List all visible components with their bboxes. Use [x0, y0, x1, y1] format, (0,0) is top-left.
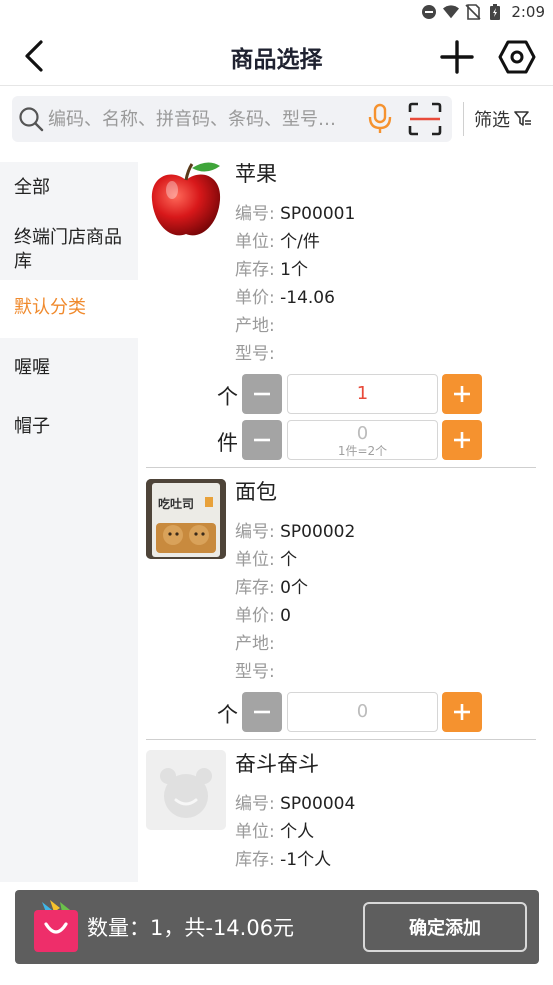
product-thumbnail [146, 160, 226, 240]
attr-origin: 产地: [235, 634, 275, 654]
status-icons: 2:09 [421, 3, 545, 21]
plus-icon [454, 704, 470, 720]
quantity-stepper: 件 0 1件=2个 [198, 420, 528, 460]
filter-label: 筛选 [474, 110, 510, 131]
search-box [12, 96, 452, 142]
quantity-input[interactable]: 0 [287, 692, 438, 732]
filter-icon [514, 111, 531, 126]
scan-icon [408, 102, 442, 136]
stepper-unit-label: 件 [217, 431, 238, 455]
attr-code: 编号: SP00002 [235, 522, 356, 542]
no-sim-icon [465, 4, 481, 20]
product-thumbnail: 吃吐司 [146, 479, 226, 559]
stepper-unit-label: 个 [217, 385, 238, 409]
decrement-button[interactable] [242, 692, 282, 732]
product-thumbnail [146, 750, 226, 830]
add-product-button[interactable] [436, 36, 478, 78]
attr-model: 型号: [235, 662, 275, 682]
quantity-input[interactable]: 1 [287, 374, 438, 414]
category-item-hats[interactable]: 帽子 [0, 391, 138, 453]
voice-input-button[interactable] [364, 103, 396, 135]
minus-icon [254, 710, 270, 714]
quantity-input[interactable]: 0 1件=2个 [287, 420, 438, 460]
product-attributes: 编号: SP00002 单位: 个 库存: 0个 单价: 0 产地: 型号: [235, 518, 355, 686]
cart-bar: 数量：1，共-14.06元 确定添加 [15, 890, 539, 964]
product-name: 苹果 [235, 162, 277, 186]
stepper-unit-label: 个 [217, 703, 238, 727]
back-button[interactable] [16, 38, 52, 74]
search-icon [19, 107, 44, 132]
attr-unit: 单位: 个/件 [235, 232, 320, 252]
placeholder-image-icon [146, 750, 226, 830]
chevron-left-icon [25, 40, 43, 72]
attr-unit: 单位: 个 [235, 550, 298, 570]
microphone-icon [368, 103, 392, 133]
cart-summary: 数量：1，共-14.06元 [87, 916, 295, 940]
category-item-wowo[interactable]: 喔喔 [0, 338, 138, 391]
quantity-stepper: 个 0 [198, 692, 528, 732]
search-input[interactable] [48, 104, 348, 134]
wifi-icon [443, 4, 460, 20]
dnd-icon [421, 4, 437, 20]
product-attributes: 编号: SP00004 单位: 个人 库存: -1个人 [235, 790, 355, 874]
apple-image [151, 162, 221, 236]
confirm-add-button[interactable]: 确定添加 [363, 902, 527, 952]
increment-button[interactable] [442, 692, 482, 732]
battery-icon [487, 4, 503, 20]
attr-code: 编号: SP00001 [235, 204, 356, 224]
status-time: 2:09 [511, 3, 545, 21]
plus-icon [454, 432, 470, 448]
attr-code: 编号: SP00004 [235, 794, 356, 814]
product-attributes: 编号: SP00001 单位: 个/件 库存: 1个 单价: -14.06 产地… [235, 200, 355, 368]
attr-price: 单价: 0 [235, 606, 291, 626]
search-divider [463, 102, 464, 136]
quantity-stepper: 个 1 [198, 374, 528, 414]
product-name: 面包 [235, 480, 277, 504]
increment-button[interactable] [442, 420, 482, 460]
unit-conversion-hint: 1件=2个 [337, 444, 388, 458]
product-card[interactable]: 奋斗奋斗 编号: SP00004 单位: 个人 库存: -1个人 [146, 742, 536, 882]
product-list: 苹果 编号: SP00001 单位: 个/件 库存: 1个 单价: -14.06… [138, 152, 553, 882]
bread-package-image [146, 479, 226, 559]
plus-icon [454, 386, 470, 402]
increment-button[interactable] [442, 374, 482, 414]
decrement-button[interactable] [242, 374, 282, 414]
attr-stock: 库存: 0个 [235, 578, 308, 598]
attr-stock: 库存: -1个人 [235, 850, 332, 870]
hexagon-settings-icon [498, 40, 536, 74]
decrement-button[interactable] [242, 420, 282, 460]
category-item-default[interactable]: 默认分类 [0, 280, 138, 338]
attr-model: 型号: [235, 344, 275, 364]
category-item-store-library[interactable]: 终端门店商品库 [0, 212, 138, 280]
attr-unit: 单位: 个人 [235, 822, 315, 842]
product-card[interactable]: 吃吐司 面包 编号: SP00002 单位: 个 库存: 0个 单价: 0 产地… [146, 470, 536, 740]
search-row: 筛选 [0, 86, 553, 152]
category-item-all[interactable]: 全部 [0, 162, 138, 212]
plus-icon [440, 40, 474, 74]
status-bar: 2:09 [0, 0, 553, 26]
product-name: 奋斗奋斗 [235, 752, 319, 776]
category-sidebar: 全部 终端门店商品库 默认分类 喔喔 帽子 [0, 162, 138, 882]
attr-price: 单价: -14.06 [235, 288, 335, 308]
app-header: 商品选择 [0, 26, 553, 86]
attr-origin: 产地: [235, 316, 275, 336]
cart-button[interactable] [32, 900, 80, 954]
shopping-bag-icon [34, 900, 78, 952]
minus-icon [254, 438, 270, 442]
filter-button[interactable]: 筛选 [474, 104, 532, 134]
product-card[interactable]: 苹果 编号: SP00001 单位: 个/件 库存: 1个 单价: -14.06… [146, 152, 536, 468]
scan-barcode-button[interactable] [407, 101, 443, 137]
package-label: 吃吐司 [158, 497, 195, 511]
settings-button[interactable] [496, 36, 538, 78]
attr-stock: 库存: 1个 [235, 260, 308, 280]
minus-icon [254, 392, 270, 396]
